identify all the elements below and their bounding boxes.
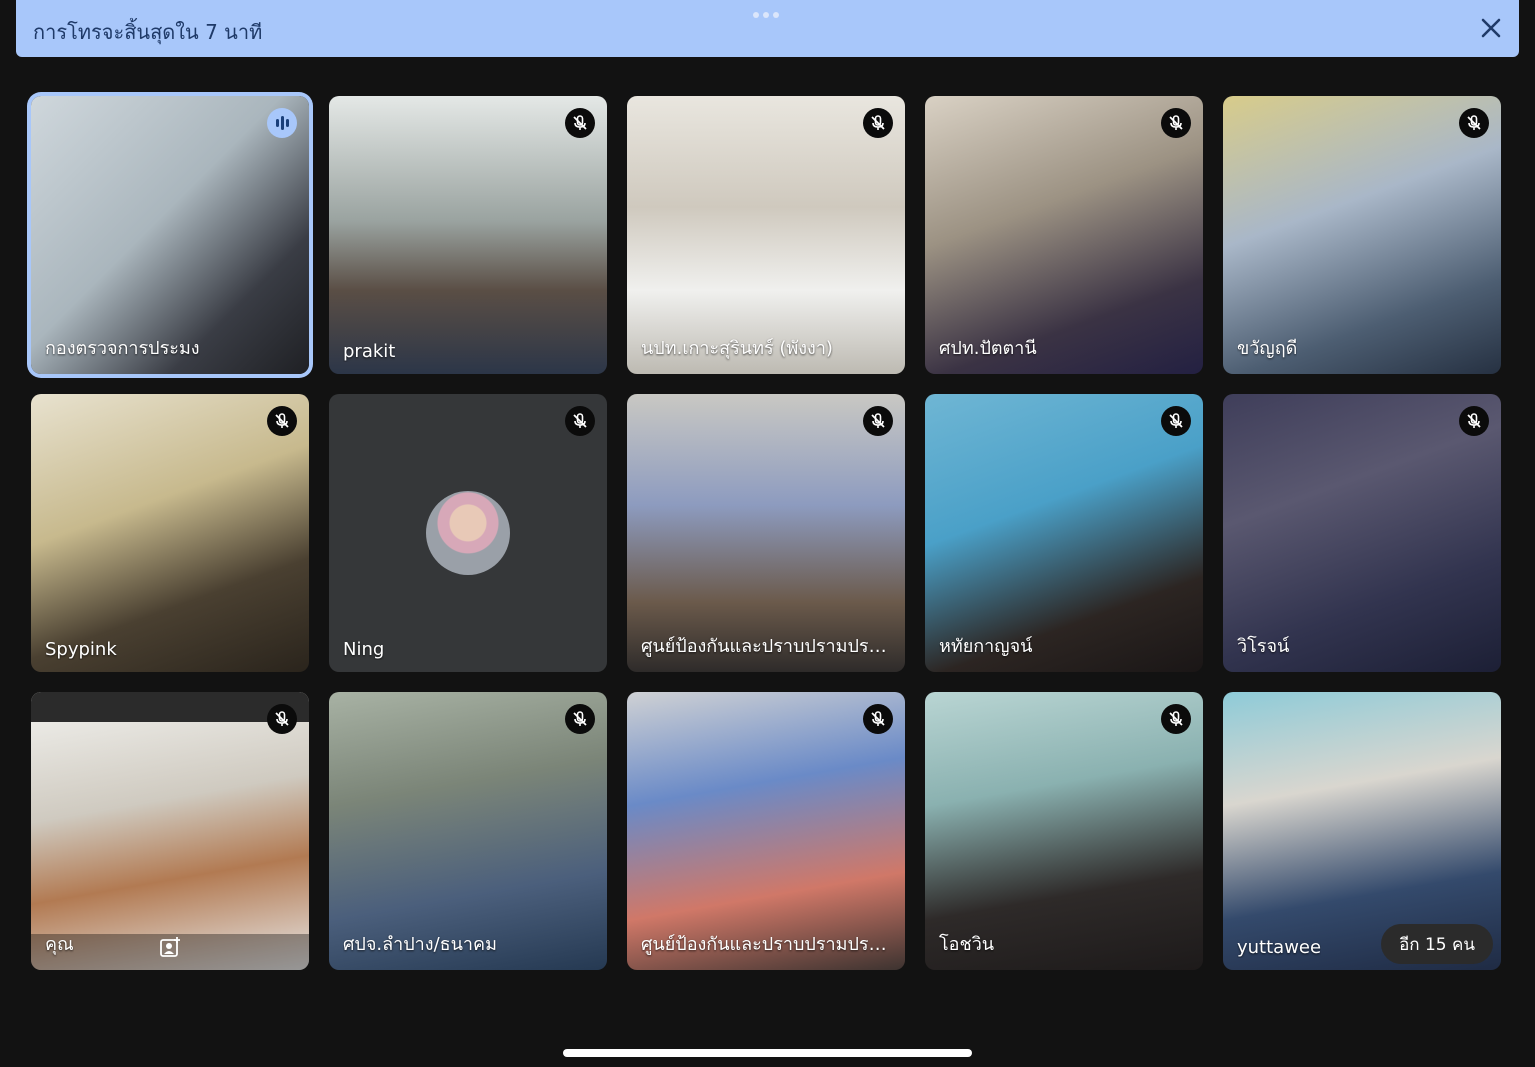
mic-muted-icon <box>863 406 893 436</box>
participant-tile[interactable]: prakit <box>329 96 607 374</box>
participant-name: วิโรจน์ <box>1237 636 1290 657</box>
participant-tile[interactable]: ขวัญฤดี <box>1223 96 1501 374</box>
participant-tile[interactable]: Ning <box>329 394 607 672</box>
participant-tile[interactable]: นปท.เกาะสุรินทร์ (พังงา) <box>627 96 905 374</box>
participant-name: prakit <box>343 341 396 362</box>
participant-tile[interactable]: โอชวิน <box>925 692 1203 970</box>
mic-muted-icon <box>267 406 297 436</box>
participant-name: ศูนย์ป้องกันและปราบปรามประ... <box>641 934 891 955</box>
participant-tile[interactable]: วิโรจน์ <box>1223 394 1501 672</box>
avatar <box>426 491 510 575</box>
participant-name: Spypink <box>45 639 117 660</box>
participant-tile[interactable]: หทัยกาญจน์ <box>925 394 1203 672</box>
participant-name: หทัยกาญจน์ <box>939 636 1033 657</box>
participant-name: ศปจ.ลำปาง/ธนาคม <box>343 934 497 955</box>
call-ending-banner: การโทรจะสิ้นสุดใน 7 นาที <box>16 0 1519 57</box>
portrait-effects-icon <box>160 937 180 957</box>
participant-name: Ning <box>343 639 385 660</box>
participant-name: นปท.เกาะสุรินทร์ (พังงา) <box>641 338 833 359</box>
participant-tile[interactable]: กองตรวจการประมง <box>31 96 309 374</box>
banner-text: การโทรจะสิ้นสุดใน 7 นาที <box>33 20 263 44</box>
participant-tile[interactable]: ศปจ.ลำปาง/ธนาคม <box>329 692 607 970</box>
participant-tile[interactable]: Spypink <box>31 394 309 672</box>
participant-name: yuttawee <box>1237 937 1322 958</box>
participant-name: โอชวิน <box>939 934 995 955</box>
speaking-indicator-icon <box>267 108 297 138</box>
effects-button[interactable] <box>157 934 183 960</box>
home-indicator[interactable] <box>563 1049 972 1057</box>
participant-tile[interactable]: ศปท.ปัตตานี <box>925 96 1203 374</box>
mic-muted-icon <box>565 108 595 138</box>
mic-muted-icon <box>1459 108 1489 138</box>
participant-tile[interactable]: ศูนย์ป้องกันและปราบปรามประ... <box>627 692 905 970</box>
mic-muted-icon <box>863 704 893 734</box>
mic-muted-icon <box>267 704 297 734</box>
mic-muted-icon <box>863 108 893 138</box>
participant-name: คุณ <box>45 934 74 955</box>
close-banner-button[interactable] <box>1475 12 1507 44</box>
mic-muted-icon <box>1161 406 1191 436</box>
mic-muted-icon <box>1161 108 1191 138</box>
participant-name: กองตรวจการประมง <box>45 338 200 359</box>
mic-muted-icon <box>565 704 595 734</box>
participant-name: ศปท.ปัตตานี <box>939 338 1037 359</box>
participant-grid: กองตรวจการประมง prakit นปท.เกาะสุรินทร์ … <box>31 96 1504 971</box>
participant-tile[interactable]: ศูนย์ป้องกันและปราบปรามประ... <box>627 394 905 672</box>
more-participants-button[interactable]: อีก 15 คน <box>1381 924 1493 964</box>
participant-name: ศูนย์ป้องกันและปราบปรามประ... <box>641 636 891 657</box>
participant-tile[interactable]: yuttawee อีก 15 คน <box>1223 692 1501 970</box>
drag-handle[interactable] <box>753 12 779 18</box>
mic-muted-icon <box>1459 406 1489 436</box>
participant-name: ขวัญฤดี <box>1237 338 1298 359</box>
close-icon <box>1481 18 1501 38</box>
mic-muted-icon <box>1161 704 1191 734</box>
self-view-tile[interactable]: คุณ <box>31 692 309 970</box>
mic-muted-icon <box>565 406 595 436</box>
